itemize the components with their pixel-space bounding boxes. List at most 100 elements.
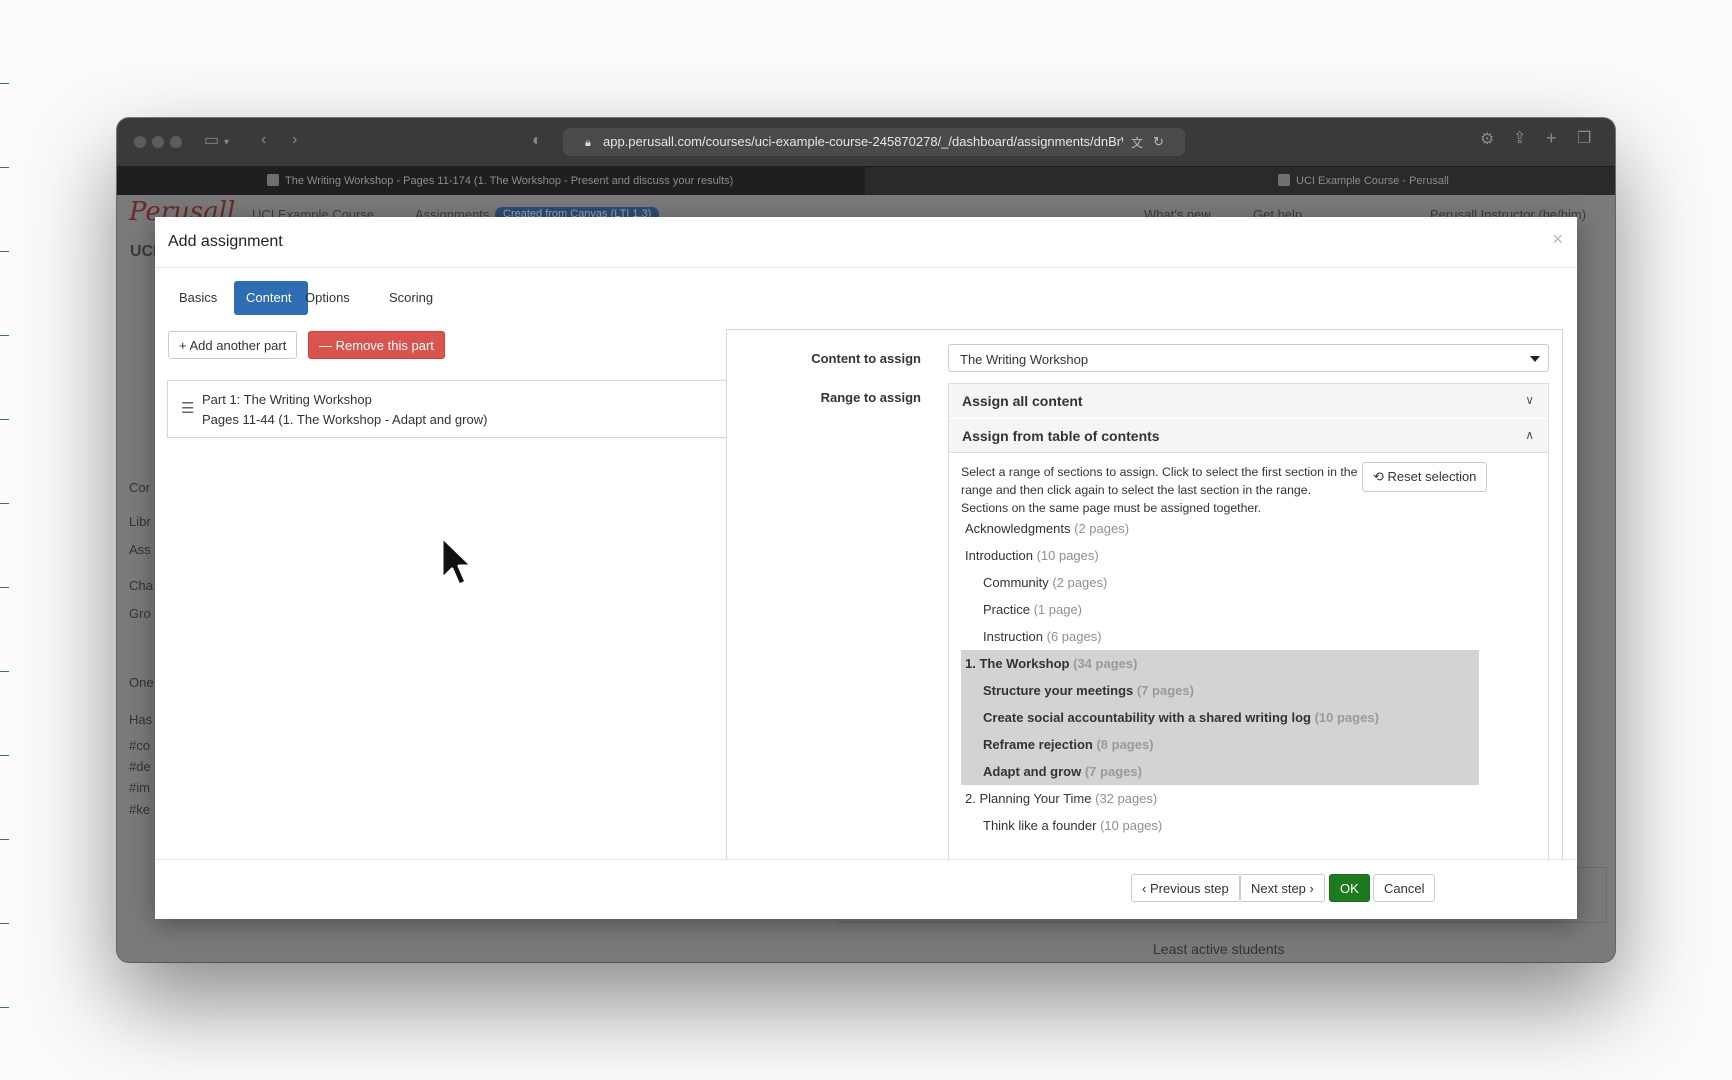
modal-footer: ‹ Previous step Next step › OK Cancel (155, 859, 1577, 919)
new-tab-icon[interactable]: + (1546, 129, 1557, 147)
content-label: Content to assign (811, 351, 921, 366)
add-assignment-modal: Add assignment × Basics Content Options … (155, 217, 1577, 919)
toc-item[interactable]: Structure your meetings (7 pages) (961, 677, 1479, 704)
toc-item-title: 1. The Workshop (965, 656, 1070, 671)
part-title: Part 1: The Writing Workshop (202, 392, 372, 407)
close-window-dot[interactable] (134, 136, 146, 148)
sidebar-item: Ass (129, 542, 151, 557)
close-icon[interactable]: × (1552, 229, 1563, 250)
range-label: Range to assign (820, 390, 921, 405)
toc-item-title: Community (983, 575, 1049, 590)
add-part-button[interactable]: + Add another part (168, 331, 298, 359)
toc-title: Assign from table of contents (962, 428, 1160, 444)
extension-gear-icon[interactable]: ⚙ (1480, 132, 1494, 148)
toc-description: Select a range of sections to assign. Cl… (961, 465, 1358, 515)
minimize-window-dot[interactable] (152, 136, 164, 148)
toc-item[interactable]: Instruction (6 pages) (961, 623, 1479, 650)
remove-part-button[interactable]: — Remove this part (308, 331, 445, 359)
drag-handle-icon[interactable]: ☰ (181, 399, 194, 417)
part-details-panel: Content to assign The Writing Workshop R… (726, 329, 1563, 890)
tab-uci-example-course[interactable]: UCI Example Course - Perusall (865, 167, 1615, 196)
reset-selection-label: Reset selection (1387, 469, 1477, 484)
chevron-down-icon[interactable]: ▾ (224, 135, 229, 151)
toc-item-title: Create social accountability with a shar… (983, 710, 1311, 725)
lock-icon: 🔒︎ (585, 137, 591, 149)
content-select[interactable]: The Writing Workshop (948, 344, 1549, 372)
sidebar-item: One (129, 675, 154, 690)
cancel-button[interactable]: Cancel (1373, 874, 1436, 902)
toc-item-pages: (10 pages) (1036, 548, 1099, 563)
plus-icon: + (179, 338, 187, 353)
toc-item[interactable]: Practice (1 page) (961, 596, 1479, 623)
forward-icon[interactable]: › (292, 132, 297, 148)
zoom-window-dot[interactable] (170, 136, 182, 148)
tab-options[interactable]: Options (293, 281, 362, 315)
toc-item[interactable]: Community (2 pages) (961, 569, 1479, 596)
toc-item-pages: (7 pages) (1136, 683, 1194, 698)
next-step-button[interactable]: Next step › (1240, 874, 1325, 902)
address-bar[interactable]: 🔒︎ app.perusall.com/courses/uci-example-… (563, 128, 1185, 156)
tab-scoring[interactable]: Scoring (377, 281, 445, 315)
toc-item-pages: (2 pages) (1052, 575, 1108, 590)
sidebar-item: #de (129, 759, 151, 774)
sidebar-item: Libr (129, 514, 151, 529)
tab-label: UCI Example Course - Perusall (1296, 175, 1449, 187)
back-icon[interactable]: ‹ (261, 132, 266, 148)
sidebar-item: Gro (129, 606, 151, 621)
chevron-up-icon: ∧ (1525, 428, 1534, 442)
sidebar-item: #co (129, 738, 150, 753)
previous-step-button[interactable]: ‹ Previous step (1131, 874, 1240, 902)
share-icon[interactable]: ⇪ (1513, 131, 1526, 147)
toc-item-title: Think like a founder (983, 818, 1097, 833)
background-sidebar: Cor Libr Ass Cha Gro One Has #co #de #im… (117, 240, 154, 940)
toc-item[interactable]: Create social accountability with a shar… (961, 704, 1479, 731)
sidebar-item: #im (129, 780, 150, 795)
next-step-label: Next step (1251, 881, 1306, 896)
tab-writing-workshop[interactable]: The Writing Workshop - Pages 11-174 (1. … (117, 167, 865, 196)
toc-item-title: Introduction (965, 548, 1033, 563)
tab-overview-icon[interactable]: ❐ (1577, 131, 1591, 147)
toc-item-pages: (7 pages) (1084, 764, 1142, 779)
toc-accordion: Assign from table of contents ∧ Select a… (948, 419, 1549, 890)
part-list-item[interactable]: ☰ Part 1: The Writing Workshop Pages 11-… (167, 380, 726, 438)
left-tick-marks (0, 0, 10, 1080)
sidebar-item: Cha (129, 578, 153, 593)
ok-button[interactable]: OK (1329, 874, 1370, 902)
toc-item-pages: (34 pages) (1073, 656, 1138, 671)
toc-item[interactable]: Introduction (10 pages) (961, 542, 1479, 569)
chevron-down-icon: ∨ (1525, 393, 1534, 407)
reset-selection-button[interactable]: ⟲ Reset selection (1362, 462, 1488, 492)
toc-accordion-header[interactable]: Assign from table of contents ∧ (949, 419, 1548, 453)
toc-item-title: Structure your meetings (983, 683, 1134, 698)
reload-icon[interactable]: ↻ (1153, 134, 1164, 150)
sidebar-toggle-icon[interactable]: ▭ (204, 133, 219, 149)
toc-item-pages: (10 pages) (1314, 710, 1379, 725)
toc-item[interactable]: 1. The Workshop (34 pages) (961, 650, 1479, 677)
sidebar-item: Has (129, 712, 153, 727)
assign-all-accordion[interactable]: Assign all content ∨ (948, 383, 1549, 418)
translate-icon[interactable]: 文 (1131, 135, 1143, 151)
toc-item-title: Instruction (983, 629, 1043, 644)
privacy-report-icon[interactable]: ◐ (532, 133, 542, 149)
toc-item[interactable]: Acknowledgments (2 pages) (961, 515, 1479, 542)
undo-icon: ⟲ (1373, 469, 1384, 484)
assign-all-title: Assign all content (962, 393, 1083, 409)
mouse-cursor-icon (440, 535, 474, 587)
minus-icon: — (319, 338, 332, 353)
toc-item-pages: (10 pages) (1100, 818, 1163, 833)
toc-item-title: Adapt and grow (983, 764, 1082, 779)
previous-step-label: Previous step (1149, 881, 1229, 896)
toc-item[interactable]: Think like a founder (10 pages) (961, 812, 1479, 839)
tab-basics[interactable]: Basics (167, 281, 229, 315)
content-select-value: The Writing Workshop (960, 352, 1089, 367)
toc-item[interactable]: Adapt and grow (7 pages) (961, 758, 1479, 785)
toc-item[interactable]: Reframe rejection (8 pages) (961, 731, 1479, 758)
toc-item-pages: (8 pages) (1096, 737, 1154, 752)
remove-part-label: Remove this part (335, 338, 434, 353)
tab-label: The Writing Workshop - Pages 11-174 (1. … (285, 175, 734, 187)
least-active-heading: Least active students (1153, 941, 1285, 957)
chevron-right-icon: › (1309, 881, 1314, 896)
add-part-label: Add another part (189, 338, 287, 353)
toc-item[interactable]: 2. Planning Your Time (32 pages) (961, 785, 1479, 812)
chevron-left-icon: ‹ (1142, 881, 1147, 896)
